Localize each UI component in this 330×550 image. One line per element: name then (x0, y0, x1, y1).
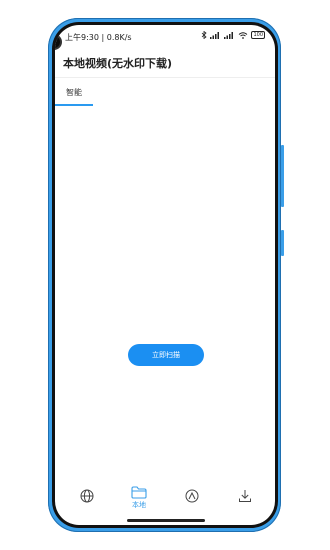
bottom-nav: 本地 (55, 485, 275, 519)
page-title: 本地视频(无水印下载) (63, 57, 173, 70)
tab-active-indicator (55, 104, 93, 106)
bluetooth-icon (202, 31, 208, 39)
download-icon (239, 490, 251, 502)
nav-download[interactable] (230, 489, 260, 503)
app-bar: 本地视频(无水印下载) (55, 47, 275, 77)
tab-smart[interactable]: 智能 (66, 87, 82, 98)
tab-bar: 智能 (55, 82, 275, 106)
side-button-volume (281, 145, 284, 207)
wifi-icon (239, 31, 248, 39)
nav-local[interactable]: 本地 (124, 486, 154, 510)
scan-now-button[interactable]: 立即扫描 (128, 344, 204, 366)
globe-icon (80, 489, 94, 503)
nav-local-label: 本地 (132, 501, 146, 509)
signal-icon-2 (224, 31, 234, 39)
nav-browser[interactable] (72, 489, 102, 503)
battery-icon: 100 (251, 31, 265, 39)
side-button-power (281, 230, 284, 256)
phone-screen: 上午9:30 | 0.8K/s 100 本地视频(无水印下载) 智能 立即扫描 … (55, 25, 275, 525)
signal-icon (210, 31, 220, 39)
status-bar: 上午9:30 | 0.8K/s 100 (55, 25, 275, 47)
home-indicator[interactable] (127, 519, 205, 522)
status-time-speed: 上午9:30 | 0.8K/s (65, 33, 132, 42)
status-icons: 100 (201, 31, 265, 39)
folder-icon (131, 486, 147, 499)
nav-explore[interactable] (177, 489, 207, 503)
header-divider (55, 77, 275, 78)
compass-icon (185, 489, 199, 503)
